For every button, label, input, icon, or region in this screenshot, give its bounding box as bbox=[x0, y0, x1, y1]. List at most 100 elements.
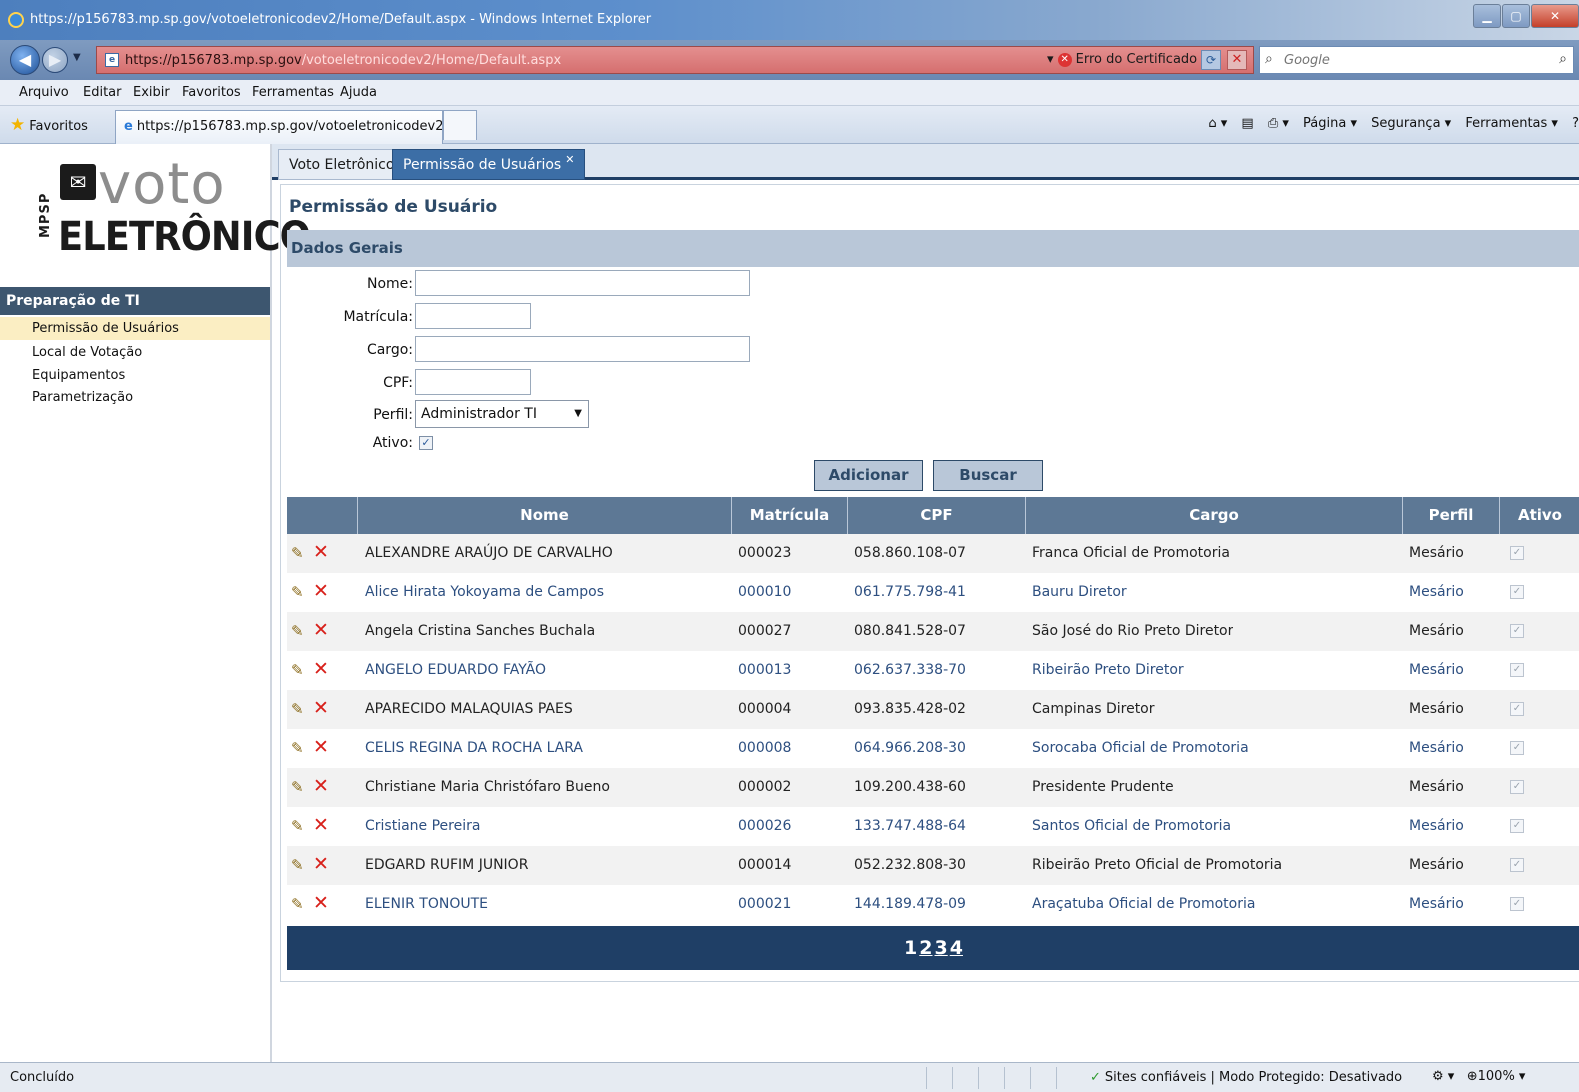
search-provider-icon: ⌕ bbox=[1265, 51, 1273, 67]
stop-icon[interactable]: ✕ bbox=[1227, 50, 1247, 70]
cmd-pagina[interactable]: Página ▾ bbox=[1303, 116, 1357, 131]
delete-icon[interactable]: ✕ bbox=[313, 620, 331, 640]
new-tab-button[interactable] bbox=[443, 110, 477, 140]
col-nome[interactable]: Nome bbox=[357, 497, 731, 534]
address-url[interactable]: https://p156783.mp.sp.gov/votoeletronico… bbox=[125, 53, 561, 68]
perfil-value: Administrador TI bbox=[421, 406, 537, 422]
sidebar-item-local[interactable]: Local de Votação bbox=[0, 341, 270, 364]
cell-cpf: 093.835.428-02 bbox=[854, 701, 966, 717]
recent-pages-icon[interactable]: ▼ bbox=[73, 52, 81, 63]
feeds-icon[interactable]: ▤ bbox=[1241, 116, 1253, 131]
edit-icon[interactable]: ✎ bbox=[291, 895, 309, 913]
status-divider bbox=[1004, 1067, 1005, 1089]
cell-nome: Angela Cristina Sanches Buchala bbox=[365, 623, 596, 639]
cert-error-label: Erro do Certificado bbox=[1075, 52, 1198, 67]
add-button[interactable]: Adicionar bbox=[814, 460, 923, 491]
table-row: ✎ ✕ Christiane Maria Christófaro Bueno 00… bbox=[287, 768, 1579, 807]
cell-matricula: 000004 bbox=[738, 701, 792, 717]
col-perfil[interactable]: Perfil bbox=[1402, 497, 1499, 534]
zoom-control[interactable]: ⚙ ▾ ⊕100% ▾ bbox=[1432, 1069, 1525, 1084]
col-matricula[interactable]: Matrícula bbox=[731, 497, 847, 534]
edit-icon[interactable]: ✎ bbox=[291, 817, 309, 835]
delete-icon[interactable]: ✕ bbox=[313, 581, 331, 601]
edit-icon[interactable]: ✎ bbox=[291, 739, 309, 757]
table-row: ✎ ✕ Cristiane Pereira 000026 133.747.488-… bbox=[287, 807, 1579, 846]
delete-icon[interactable]: ✕ bbox=[313, 815, 331, 835]
menu-favoritos[interactable]: Favoritos bbox=[182, 85, 241, 100]
cmd-seguranca[interactable]: Segurança ▾ bbox=[1371, 116, 1451, 131]
section-header: Dados Gerais bbox=[287, 230, 1579, 267]
edit-icon[interactable]: ✎ bbox=[291, 544, 309, 562]
search-button[interactable]: Buscar bbox=[933, 460, 1043, 491]
edit-icon[interactable]: ✎ bbox=[291, 661, 309, 679]
certificate-error[interactable]: ▾ ✕ Erro do Certificado bbox=[1047, 52, 1197, 67]
security-zone[interactable]: ✓ Sites confiáveis | Modo Protegido: Desa… bbox=[1090, 1070, 1402, 1085]
perfil-select[interactable]: Administrador TI ▼ bbox=[415, 400, 589, 428]
sidebar-item-equipamentos[interactable]: Equipamentos bbox=[0, 364, 270, 387]
edit-icon[interactable]: ✎ bbox=[291, 700, 309, 718]
menu-ajuda[interactable]: Ajuda bbox=[340, 85, 377, 100]
search-box[interactable]: ⌕ ⌕ bbox=[1259, 46, 1574, 74]
menu-editar[interactable]: Editar bbox=[83, 85, 122, 100]
close-window-button[interactable]: ✕ bbox=[1531, 4, 1579, 28]
home-icon[interactable]: ⌂ ▾ bbox=[1208, 116, 1227, 131]
status-divider bbox=[1056, 1067, 1057, 1089]
col-ativo[interactable]: Ativo bbox=[1499, 497, 1579, 534]
app-tab-strip: Voto Eletrônico Permissão de Usuários ✕ bbox=[272, 144, 1579, 180]
close-tab-icon[interactable]: ✕ bbox=[565, 153, 574, 166]
sidebar-item-parametrizacao[interactable]: Parametrização bbox=[0, 386, 270, 409]
cpf-input[interactable] bbox=[415, 369, 531, 395]
cell-perfil: Mesário bbox=[1409, 818, 1464, 834]
cargo-input[interactable] bbox=[415, 336, 750, 362]
nome-input[interactable] bbox=[415, 270, 750, 296]
menu-exibir[interactable]: Exibir bbox=[133, 85, 170, 100]
pagination: 1234 bbox=[287, 926, 1579, 970]
menu-arquivo[interactable]: Arquivo bbox=[19, 85, 69, 100]
back-icon[interactable]: ◀ bbox=[10, 45, 40, 75]
status-divider bbox=[952, 1067, 953, 1089]
cell-nome: ALEXANDRE ARAÚJO DE CARVALHO bbox=[365, 545, 613, 561]
tab-voto-eletronico[interactable]: Voto Eletrônico bbox=[278, 149, 406, 180]
edit-icon[interactable]: ✎ bbox=[291, 778, 309, 796]
col-cpf[interactable]: CPF bbox=[847, 497, 1025, 534]
cell-perfil: Mesário bbox=[1409, 857, 1464, 873]
cmd-ferramentas[interactable]: Ferramentas ▾ bbox=[1465, 116, 1558, 131]
ativo-checkbox[interactable]: ✓ bbox=[419, 436, 433, 450]
minimize-button[interactable]: ▁ bbox=[1473, 4, 1501, 28]
search-icon[interactable]: ⌕ bbox=[1559, 51, 1567, 67]
delete-icon[interactable]: ✕ bbox=[313, 854, 331, 874]
forward-icon[interactable]: ▶ bbox=[42, 47, 68, 73]
security-status-icon[interactable]: ⚙ ▾ bbox=[1432, 1069, 1454, 1084]
cell-matricula: 000023 bbox=[738, 545, 792, 561]
delete-icon[interactable]: ✕ bbox=[313, 776, 331, 796]
col-cargo[interactable]: Cargo bbox=[1025, 497, 1402, 534]
cell-perfil: Mesário bbox=[1409, 740, 1464, 756]
delete-icon[interactable]: ✕ bbox=[313, 737, 331, 757]
tab-permissao-usuarios[interactable]: Permissão de Usuários ✕ bbox=[392, 149, 586, 180]
edit-icon[interactable]: ✎ bbox=[291, 856, 309, 874]
security-zone-label: Sites confiáveis | Modo Protegido: Desat… bbox=[1104, 1070, 1403, 1085]
edit-icon[interactable]: ✎ bbox=[291, 622, 309, 640]
delete-icon[interactable]: ✕ bbox=[313, 698, 331, 718]
tab-permissao-label: Permissão de Usuários bbox=[403, 157, 562, 173]
refresh-icon[interactable]: ⟳ bbox=[1201, 50, 1221, 70]
favorites-button[interactable]: ★ Favoritos bbox=[10, 112, 88, 138]
sidebar-item-permissao[interactable]: Permissão de Usuários bbox=[0, 317, 270, 340]
address-bar[interactable]: e https://p156783.mp.sp.gov/votoeletroni… bbox=[96, 46, 1254, 74]
favorites-bar: ★ Favoritos e https://p156783.mp.sp.gov/vo… bbox=[0, 106, 1579, 144]
cell-cpf: 144.189.478-09 bbox=[854, 896, 966, 912]
browser-tab[interactable]: e https://p156783.mp.sp.gov/votoeletronic… bbox=[115, 110, 443, 144]
page-link-2[interactable]: 2 bbox=[919, 937, 932, 959]
maximize-button[interactable]: ▢ bbox=[1502, 4, 1530, 28]
delete-icon[interactable]: ✕ bbox=[313, 542, 331, 562]
menu-ferramentas[interactable]: Ferramentas bbox=[252, 85, 334, 100]
help-icon[interactable]: ? bbox=[1572, 116, 1579, 131]
page-link-4[interactable]: 4 bbox=[950, 937, 963, 959]
delete-icon[interactable]: ✕ bbox=[313, 893, 331, 913]
search-input[interactable] bbox=[1284, 50, 1544, 70]
edit-icon[interactable]: ✎ bbox=[291, 583, 309, 601]
page-link-3[interactable]: 3 bbox=[935, 937, 948, 959]
matricula-input[interactable] bbox=[415, 303, 531, 329]
delete-icon[interactable]: ✕ bbox=[313, 659, 331, 679]
print-icon[interactable]: ⎙ ▾ bbox=[1268, 116, 1289, 131]
